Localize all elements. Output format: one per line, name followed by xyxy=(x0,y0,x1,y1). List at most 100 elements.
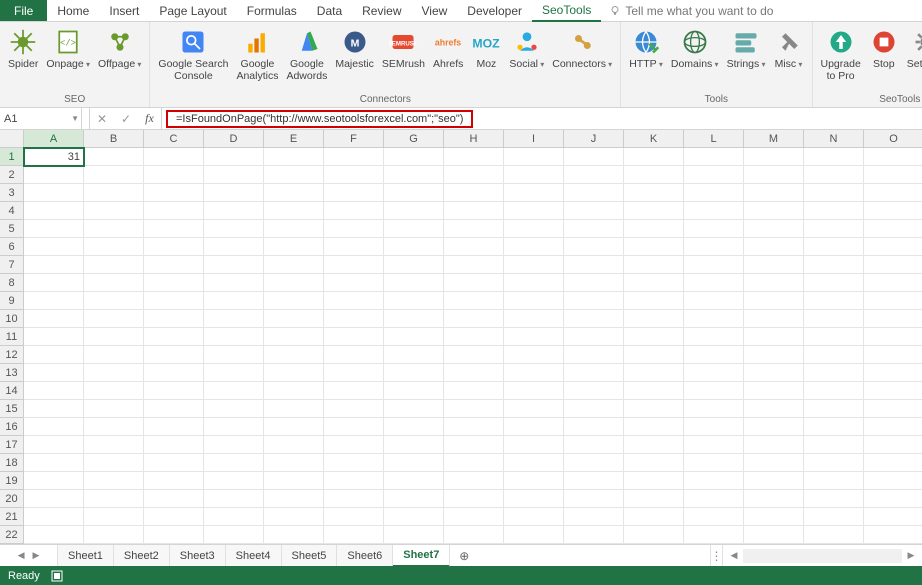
cell-F13[interactable] xyxy=(324,364,384,382)
cell-J6[interactable] xyxy=(564,238,624,256)
cell-D7[interactable] xyxy=(204,256,264,274)
cell-K13[interactable] xyxy=(624,364,684,382)
cell-I15[interactable] xyxy=(504,400,564,418)
cell-N19[interactable] xyxy=(804,472,864,490)
ribbon-offpage-button[interactable]: Offpage ▾ xyxy=(94,24,145,72)
cell-A9[interactable] xyxy=(24,292,84,310)
cell-L8[interactable] xyxy=(684,274,744,292)
cell-N22[interactable] xyxy=(804,526,864,544)
cell-M13[interactable] xyxy=(744,364,804,382)
cell-E7[interactable] xyxy=(264,256,324,274)
cell-A17[interactable] xyxy=(24,436,84,454)
cell-C17[interactable] xyxy=(144,436,204,454)
cell-D2[interactable] xyxy=(204,166,264,184)
tell-me-search[interactable]: Tell me what you want to do xyxy=(601,0,781,21)
cell-O9[interactable] xyxy=(864,292,922,310)
cell-D17[interactable] xyxy=(204,436,264,454)
cell-F18[interactable] xyxy=(324,454,384,472)
cell-A21[interactable] xyxy=(24,508,84,526)
cell-K12[interactable] xyxy=(624,346,684,364)
cell-E3[interactable] xyxy=(264,184,324,202)
column-header-M[interactable]: M xyxy=(744,130,804,148)
cell-H15[interactable] xyxy=(444,400,504,418)
cell-L4[interactable] xyxy=(684,202,744,220)
cell-E13[interactable] xyxy=(264,364,324,382)
cell-B1[interactable] xyxy=(84,148,144,166)
cell-C4[interactable] xyxy=(144,202,204,220)
row-header-9[interactable]: 9 xyxy=(0,292,24,310)
cell-M16[interactable] xyxy=(744,418,804,436)
cell-G15[interactable] xyxy=(384,400,444,418)
cell-N15[interactable] xyxy=(804,400,864,418)
row-header-16[interactable]: 16 xyxy=(0,418,24,436)
cell-D8[interactable] xyxy=(204,274,264,292)
cell-C18[interactable] xyxy=(144,454,204,472)
cell-K6[interactable] xyxy=(624,238,684,256)
cell-I12[interactable] xyxy=(504,346,564,364)
cell-A22[interactable] xyxy=(24,526,84,544)
cell-K15[interactable] xyxy=(624,400,684,418)
cell-M7[interactable] xyxy=(744,256,804,274)
cell-G4[interactable] xyxy=(384,202,444,220)
cell-F12[interactable] xyxy=(324,346,384,364)
cell-K22[interactable] xyxy=(624,526,684,544)
cell-I8[interactable] xyxy=(504,274,564,292)
cell-G1[interactable] xyxy=(384,148,444,166)
tab-home[interactable]: Home xyxy=(47,0,99,21)
cell-J4[interactable] xyxy=(564,202,624,220)
cell-O14[interactable] xyxy=(864,382,922,400)
cell-E2[interactable] xyxy=(264,166,324,184)
cell-N5[interactable] xyxy=(804,220,864,238)
cell-F7[interactable] xyxy=(324,256,384,274)
sheet-tab-sheet4[interactable]: Sheet4 xyxy=(226,545,282,566)
cell-K9[interactable] xyxy=(624,292,684,310)
column-header-E[interactable]: E xyxy=(264,130,324,148)
cell-M4[interactable] xyxy=(744,202,804,220)
cell-K20[interactable] xyxy=(624,490,684,508)
row-header-10[interactable]: 10 xyxy=(0,310,24,328)
cell-K1[interactable] xyxy=(624,148,684,166)
cell-H17[interactable] xyxy=(444,436,504,454)
cell-L6[interactable] xyxy=(684,238,744,256)
cell-J1[interactable] xyxy=(564,148,624,166)
cell-B3[interactable] xyxy=(84,184,144,202)
scroll-right-icon[interactable]: ▶ xyxy=(904,549,918,563)
cell-L22[interactable] xyxy=(684,526,744,544)
cell-O6[interactable] xyxy=(864,238,922,256)
cell-O5[interactable] xyxy=(864,220,922,238)
cell-O2[interactable] xyxy=(864,166,922,184)
cell-M10[interactable] xyxy=(744,310,804,328)
ribbon-connectors-button[interactable]: Connectors ▾ xyxy=(548,24,616,72)
cell-F20[interactable] xyxy=(324,490,384,508)
cell-K16[interactable] xyxy=(624,418,684,436)
column-header-J[interactable]: J xyxy=(564,130,624,148)
cell-G16[interactable] xyxy=(384,418,444,436)
ribbon-google-button[interactable]: GoogleAnalytics xyxy=(232,24,282,84)
column-header-N[interactable]: N xyxy=(804,130,864,148)
cell-K14[interactable] xyxy=(624,382,684,400)
ribbon-http-button[interactable]: HTTP ▾ xyxy=(625,24,667,72)
sheet-tab-sheet2[interactable]: Sheet2 xyxy=(114,545,170,566)
cell-B20[interactable] xyxy=(84,490,144,508)
cell-J12[interactable] xyxy=(564,346,624,364)
cell-F5[interactable] xyxy=(324,220,384,238)
cell-K3[interactable] xyxy=(624,184,684,202)
cell-A16[interactable] xyxy=(24,418,84,436)
cell-G3[interactable] xyxy=(384,184,444,202)
tab-file[interactable]: File xyxy=(0,0,47,21)
cell-M5[interactable] xyxy=(744,220,804,238)
cell-B4[interactable] xyxy=(84,202,144,220)
cell-B13[interactable] xyxy=(84,364,144,382)
cell-J3[interactable] xyxy=(564,184,624,202)
cell-J15[interactable] xyxy=(564,400,624,418)
tab-seotools[interactable]: SeoTools xyxy=(532,0,601,22)
ribbon-google-search-button[interactable]: Google SearchConsole xyxy=(154,24,232,84)
cell-A20[interactable] xyxy=(24,490,84,508)
chevron-down-icon[interactable]: ▼ xyxy=(71,114,79,123)
cell-G13[interactable] xyxy=(384,364,444,382)
cell-A19[interactable] xyxy=(24,472,84,490)
cell-I3[interactable] xyxy=(504,184,564,202)
cell-E20[interactable] xyxy=(264,490,324,508)
cell-H7[interactable] xyxy=(444,256,504,274)
cell-O3[interactable] xyxy=(864,184,922,202)
